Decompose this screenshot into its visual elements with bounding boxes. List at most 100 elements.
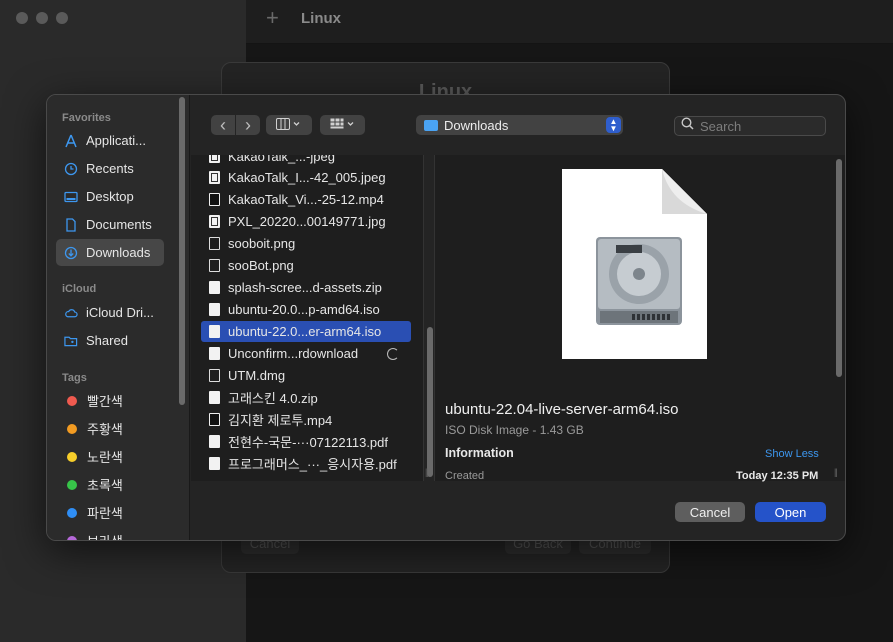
file-row[interactable]: UTM.dmg bbox=[201, 365, 411, 386]
view-mode-button[interactable] bbox=[266, 115, 312, 135]
file-row[interactable]: 전현수-국문-···07122113.pdf bbox=[201, 431, 411, 452]
file-row[interactable]: 고래스킨 4.0.zip bbox=[201, 387, 411, 408]
icloud-header: iCloud bbox=[62, 283, 97, 295]
sidebar-item-label: iCloud Dri... bbox=[86, 305, 154, 320]
sidebar-item-label: 주황색 bbox=[87, 422, 123, 437]
location-popup[interactable]: Downloads ▲ ▼ bbox=[416, 115, 623, 135]
file-row[interactable]: PXL_20220...00149771.jpg bbox=[201, 211, 411, 232]
search-box[interactable] bbox=[674, 116, 826, 136]
sidebar-item-label: Applicati... bbox=[86, 133, 146, 148]
file-name: ubuntu-22.0...er-arm64.iso bbox=[228, 324, 382, 339]
background-titlebar bbox=[246, 0, 893, 44]
sidebar-tag-blue[interactable]: 파란색 bbox=[56, 499, 164, 526]
sidebar-item-recents[interactable]: Recents bbox=[56, 155, 164, 182]
file-row[interactable]: sooBot.png bbox=[201, 255, 411, 276]
iso-file-icon bbox=[209, 325, 220, 338]
file-row[interactable]: splash-scree...d-assets.zip bbox=[201, 277, 411, 298]
sidebar-item-downloads[interactable]: Downloads bbox=[56, 239, 164, 266]
column-divider[interactable] bbox=[423, 155, 424, 481]
preview-scrollbar[interactable] bbox=[836, 159, 842, 377]
file-row[interactable]: 김지환 제로투.mp4 bbox=[201, 409, 411, 430]
search-input[interactable] bbox=[700, 118, 820, 134]
sidebar-item-label: Shared bbox=[86, 333, 128, 348]
forward-button[interactable]: › bbox=[236, 115, 260, 135]
file-row[interactable]: KakaoTalk_...-jpeg bbox=[201, 155, 411, 167]
file-name: 고래스킨 4.0.zip bbox=[228, 391, 318, 406]
zip-file-icon bbox=[209, 281, 220, 294]
tag-dot-icon bbox=[67, 535, 77, 540]
iso-file-icon bbox=[209, 303, 220, 316]
minimize-window-icon[interactable] bbox=[36, 12, 48, 24]
pdf-file-icon bbox=[209, 457, 220, 470]
sidebar-tag-red[interactable]: 빨간색 bbox=[56, 387, 164, 414]
group-by-button[interactable] bbox=[320, 115, 365, 135]
clock-icon bbox=[64, 162, 78, 176]
file-row-selected[interactable]: ubuntu-22.0...er-arm64.iso bbox=[201, 321, 411, 342]
file-row[interactable]: ubuntu-20.0...p-amd64.iso bbox=[201, 299, 411, 320]
sidebar-item-label: 초록색 bbox=[87, 478, 123, 493]
file-name: sooboit.png bbox=[228, 236, 296, 251]
grid-group-icon bbox=[330, 118, 356, 133]
file-name: 김지환 제로투.mp4 bbox=[228, 413, 333, 428]
chevron-left-icon: ‹ bbox=[220, 115, 226, 135]
preview-kind: ISO Disk Image - 1.43 GB bbox=[445, 423, 584, 437]
file-row[interactable]: sooboit.png bbox=[201, 233, 411, 254]
downloads-folder-icon bbox=[424, 119, 438, 131]
tag-dot-icon bbox=[67, 451, 77, 462]
sidebar-item-desktop[interactable]: Desktop bbox=[56, 183, 164, 210]
sidebar-tag-yellow[interactable]: 노란색 bbox=[56, 443, 164, 470]
file-list-scrollbar[interactable] bbox=[427, 327, 433, 477]
location-label: Downloads bbox=[444, 117, 509, 133]
download-icon bbox=[64, 246, 78, 260]
sidebar-tag-purple[interactable]: 보라색 bbox=[56, 527, 164, 540]
dialog-sidebar: Favorites Applicati... Recents Desktop D… bbox=[47, 95, 190, 540]
document-icon bbox=[64, 217, 78, 232]
open-button[interactable]: Open bbox=[755, 502, 826, 522]
sidebar-item-label: Documents bbox=[86, 217, 152, 232]
sidebar-item-icloud-drive[interactable]: iCloud Dri... bbox=[56, 299, 164, 326]
image-file-icon bbox=[209, 171, 220, 184]
back-button[interactable]: ‹ bbox=[211, 115, 235, 135]
preview-resize-handle[interactable]: || bbox=[834, 467, 838, 477]
column-resize-handle[interactable]: || bbox=[425, 467, 429, 477]
tags-header: Tags bbox=[62, 372, 87, 384]
up-down-arrows-icon: ▲ ▼ bbox=[606, 117, 621, 133]
file-row[interactable]: Unconfirm...rdownload bbox=[201, 343, 411, 364]
chevron-right-icon: › bbox=[245, 115, 251, 135]
file-row[interactable]: 프로그래머스_···_응시자용.pdf bbox=[201, 453, 411, 474]
close-window-icon[interactable] bbox=[16, 12, 28, 24]
preview-information-header: Information bbox=[445, 446, 514, 460]
image-file-icon bbox=[209, 155, 220, 163]
download-file-icon bbox=[209, 347, 220, 360]
image-file-icon bbox=[209, 215, 220, 228]
video-file-icon bbox=[209, 413, 220, 426]
file-list-column: KakaoTalk_...-jpeg KakaoTalk_I...-42_005… bbox=[191, 155, 423, 481]
download-progress-icon bbox=[387, 347, 399, 360]
file-row[interactable]: KakaoTalk_Vi...-25-12.mp4 bbox=[201, 189, 411, 210]
sidebar-scrollbar[interactable] bbox=[179, 97, 185, 405]
sidebar-item-documents[interactable]: Documents bbox=[56, 211, 164, 238]
cancel-button[interactable]: Cancel bbox=[675, 502, 745, 522]
sidebar-tag-orange[interactable]: 주황색 bbox=[56, 415, 164, 442]
pdf-file-icon bbox=[209, 435, 220, 448]
disk-image-file-icon bbox=[209, 369, 220, 382]
video-file-icon bbox=[209, 193, 220, 206]
columns-view-icon bbox=[276, 117, 302, 133]
file-name: KakaoTalk_I...-42_005.jpeg bbox=[228, 170, 386, 185]
file-row[interactable]: KakaoTalk_I...-42_005.jpeg bbox=[201, 167, 411, 188]
open-file-dialog: Favorites Applicati... Recents Desktop D… bbox=[46, 94, 846, 541]
sidebar-item-label: Recents bbox=[86, 161, 134, 176]
sidebar-tag-green[interactable]: 초록색 bbox=[56, 471, 164, 498]
sidebar-item-label: Downloads bbox=[86, 245, 151, 260]
sidebar-item-applications[interactable]: Applicati... bbox=[56, 127, 164, 154]
file-name: sooBot.png bbox=[228, 258, 294, 273]
zoom-window-icon[interactable] bbox=[56, 12, 68, 24]
file-name: ubuntu-20.0...p-amd64.iso bbox=[228, 302, 380, 317]
sidebar-item-shared[interactable]: Shared bbox=[56, 327, 164, 354]
show-less-link[interactable]: Show Less bbox=[765, 448, 819, 460]
applications-icon bbox=[64, 134, 78, 148]
background-window-title: Linux bbox=[301, 10, 341, 27]
file-name: UTM.dmg bbox=[228, 368, 286, 383]
file-name: Unconfirm...rdownload bbox=[228, 346, 359, 361]
add-icon[interactable]: + bbox=[266, 5, 279, 31]
